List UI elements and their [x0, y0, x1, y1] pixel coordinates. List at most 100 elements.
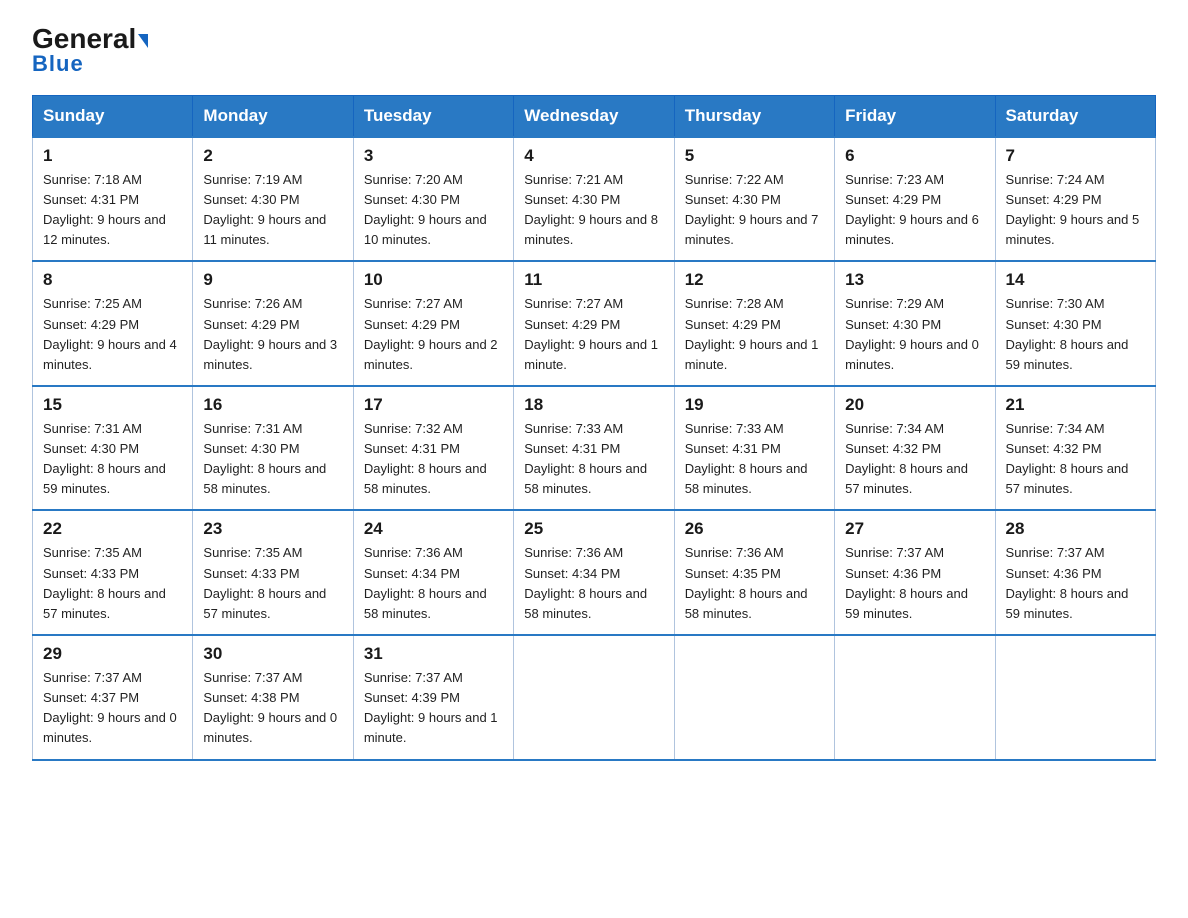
header-thursday: Thursday: [674, 95, 834, 137]
day-info: Sunrise: 7:36 AMSunset: 4:34 PMDaylight:…: [364, 543, 503, 624]
day-info: Sunrise: 7:22 AMSunset: 4:30 PMDaylight:…: [685, 170, 824, 251]
day-info: Sunrise: 7:28 AMSunset: 4:29 PMDaylight:…: [685, 294, 824, 375]
day-number: 3: [364, 146, 503, 166]
day-number: 18: [524, 395, 663, 415]
day-info: Sunrise: 7:37 AMSunset: 4:38 PMDaylight:…: [203, 668, 342, 749]
calendar-cell: 27 Sunrise: 7:37 AMSunset: 4:36 PMDayligh…: [835, 510, 995, 635]
day-number: 8: [43, 270, 182, 290]
calendar-cell: 31Sunrise: 7:37 AMSunset: 4:39 PMDayligh…: [353, 635, 513, 760]
day-number: 2: [203, 146, 342, 166]
page-header: General Blue: [32, 24, 1156, 77]
day-info: Sunrise: 7:37 AMSunset: 4:36 PMDaylight:…: [1006, 543, 1145, 624]
day-info: Sunrise: 7:30 AMSunset: 4:30 PMDaylight:…: [1006, 294, 1145, 375]
calendar-cell: 16 Sunrise: 7:31 AMSunset: 4:30 PMDayligh…: [193, 386, 353, 511]
day-number: 30: [203, 644, 342, 664]
day-info: Sunrise: 7:35 AMSunset: 4:33 PMDaylight:…: [203, 543, 342, 624]
day-number: 24: [364, 519, 503, 539]
day-number: 20: [845, 395, 984, 415]
header-sunday: Sunday: [33, 95, 193, 137]
day-number: 19: [685, 395, 824, 415]
header-tuesday: Tuesday: [353, 95, 513, 137]
calendar-cell: 26 Sunrise: 7:36 AMSunset: 4:35 PMDayligh…: [674, 510, 834, 635]
calendar-cell: 29 Sunrise: 7:37 AMSunset: 4:37 PMDayligh…: [33, 635, 193, 760]
day-info: Sunrise: 7:29 AMSunset: 4:30 PMDaylight:…: [845, 294, 984, 375]
day-info: Sunrise: 7:27 AMSunset: 4:29 PMDaylight:…: [364, 294, 503, 375]
day-info: Sunrise: 7:34 AMSunset: 4:32 PMDaylight:…: [845, 419, 984, 500]
day-number: 23: [203, 519, 342, 539]
calendar-cell: 1 Sunrise: 7:18 AMSunset: 4:31 PMDaylight…: [33, 137, 193, 262]
logo-triangle-icon: [138, 34, 148, 48]
day-number: 21: [1006, 395, 1145, 415]
calendar-cell: 30 Sunrise: 7:37 AMSunset: 4:38 PMDayligh…: [193, 635, 353, 760]
calendar-cell: [674, 635, 834, 760]
calendar-cell: 5 Sunrise: 7:22 AMSunset: 4:30 PMDaylight…: [674, 137, 834, 262]
day-info: Sunrise: 7:37 AMSunset: 4:39 PMDaylight:…: [364, 668, 503, 749]
header-monday: Monday: [193, 95, 353, 137]
calendar-cell: 22Sunrise: 7:35 AMSunset: 4:33 PMDayligh…: [33, 510, 193, 635]
calendar-cell: 19 Sunrise: 7:33 AMSunset: 4:31 PMDayligh…: [674, 386, 834, 511]
calendar-cell: 20 Sunrise: 7:34 AMSunset: 4:32 PMDayligh…: [835, 386, 995, 511]
calendar-cell: 12Sunrise: 7:28 AMSunset: 4:29 PMDayligh…: [674, 261, 834, 386]
calendar-cell: 21Sunrise: 7:34 AMSunset: 4:32 PMDayligh…: [995, 386, 1155, 511]
calendar-cell: 6 Sunrise: 7:23 AMSunset: 4:29 PMDaylight…: [835, 137, 995, 262]
day-info: Sunrise: 7:25 AMSunset: 4:29 PMDaylight:…: [43, 294, 182, 375]
calendar-table: SundayMondayTuesdayWednesdayThursdayFrid…: [32, 95, 1156, 761]
calendar-cell: 28 Sunrise: 7:37 AMSunset: 4:36 PMDayligh…: [995, 510, 1155, 635]
calendar-cell: 13 Sunrise: 7:29 AMSunset: 4:30 PMDayligh…: [835, 261, 995, 386]
header-friday: Friday: [835, 95, 995, 137]
day-number: 1: [43, 146, 182, 166]
calendar-week-3: 15 Sunrise: 7:31 AMSunset: 4:30 PMDayligh…: [33, 386, 1156, 511]
day-info: Sunrise: 7:27 AMSunset: 4:29 PMDaylight:…: [524, 294, 663, 375]
calendar-cell: [995, 635, 1155, 760]
day-info: Sunrise: 7:23 AMSunset: 4:29 PMDaylight:…: [845, 170, 984, 251]
calendar-cell: 3Sunrise: 7:20 AMSunset: 4:30 PMDaylight…: [353, 137, 513, 262]
day-number: 5: [685, 146, 824, 166]
day-info: Sunrise: 7:35 AMSunset: 4:33 PMDaylight:…: [43, 543, 182, 624]
calendar-cell: 25 Sunrise: 7:36 AMSunset: 4:34 PMDayligh…: [514, 510, 674, 635]
day-info: Sunrise: 7:36 AMSunset: 4:34 PMDaylight:…: [524, 543, 663, 624]
calendar-week-5: 29 Sunrise: 7:37 AMSunset: 4:37 PMDayligh…: [33, 635, 1156, 760]
day-number: 29: [43, 644, 182, 664]
day-info: Sunrise: 7:24 AMSunset: 4:29 PMDaylight:…: [1006, 170, 1145, 251]
day-number: 14: [1006, 270, 1145, 290]
day-number: 6: [845, 146, 984, 166]
calendar-cell: 10 Sunrise: 7:27 AMSunset: 4:29 PMDayligh…: [353, 261, 513, 386]
day-info: Sunrise: 7:21 AMSunset: 4:30 PMDaylight:…: [524, 170, 663, 251]
logo: General Blue: [32, 24, 148, 77]
day-number: 4: [524, 146, 663, 166]
day-number: 25: [524, 519, 663, 539]
calendar-cell: 2Sunrise: 7:19 AMSunset: 4:30 PMDaylight…: [193, 137, 353, 262]
day-info: Sunrise: 7:18 AMSunset: 4:31 PMDaylight:…: [43, 170, 182, 251]
day-info: Sunrise: 7:32 AMSunset: 4:31 PMDaylight:…: [364, 419, 503, 500]
day-number: 15: [43, 395, 182, 415]
logo-blue: Blue: [32, 51, 84, 77]
calendar-cell: 9 Sunrise: 7:26 AMSunset: 4:29 PMDaylight…: [193, 261, 353, 386]
calendar-cell: 23 Sunrise: 7:35 AMSunset: 4:33 PMDayligh…: [193, 510, 353, 635]
calendar-week-1: 1 Sunrise: 7:18 AMSunset: 4:31 PMDaylight…: [33, 137, 1156, 262]
day-number: 13: [845, 270, 984, 290]
header-wednesday: Wednesday: [514, 95, 674, 137]
day-info: Sunrise: 7:37 AMSunset: 4:36 PMDaylight:…: [845, 543, 984, 624]
day-number: 26: [685, 519, 824, 539]
day-info: Sunrise: 7:36 AMSunset: 4:35 PMDaylight:…: [685, 543, 824, 624]
day-number: 28: [1006, 519, 1145, 539]
calendar-cell: 8 Sunrise: 7:25 AMSunset: 4:29 PMDaylight…: [33, 261, 193, 386]
day-number: 27: [845, 519, 984, 539]
day-number: 10: [364, 270, 503, 290]
day-info: Sunrise: 7:26 AMSunset: 4:29 PMDaylight:…: [203, 294, 342, 375]
day-info: Sunrise: 7:33 AMSunset: 4:31 PMDaylight:…: [685, 419, 824, 500]
calendar-week-2: 8 Sunrise: 7:25 AMSunset: 4:29 PMDaylight…: [33, 261, 1156, 386]
logo-general: General: [32, 23, 136, 54]
day-number: 7: [1006, 146, 1145, 166]
day-info: Sunrise: 7:31 AMSunset: 4:30 PMDaylight:…: [203, 419, 342, 500]
day-info: Sunrise: 7:37 AMSunset: 4:37 PMDaylight:…: [43, 668, 182, 749]
calendar-cell: 14 Sunrise: 7:30 AMSunset: 4:30 PMDayligh…: [995, 261, 1155, 386]
calendar-cell: 24 Sunrise: 7:36 AMSunset: 4:34 PMDayligh…: [353, 510, 513, 635]
calendar-cell: 17Sunrise: 7:32 AMSunset: 4:31 PMDayligh…: [353, 386, 513, 511]
calendar-cell: 18Sunrise: 7:33 AMSunset: 4:31 PMDayligh…: [514, 386, 674, 511]
calendar-cell: 15Sunrise: 7:31 AMSunset: 4:30 PMDayligh…: [33, 386, 193, 511]
calendar-header-row: SundayMondayTuesdayWednesdayThursdayFrid…: [33, 95, 1156, 137]
day-number: 16: [203, 395, 342, 415]
calendar-cell: 4 Sunrise: 7:21 AMSunset: 4:30 PMDaylight…: [514, 137, 674, 262]
day-number: 9: [203, 270, 342, 290]
